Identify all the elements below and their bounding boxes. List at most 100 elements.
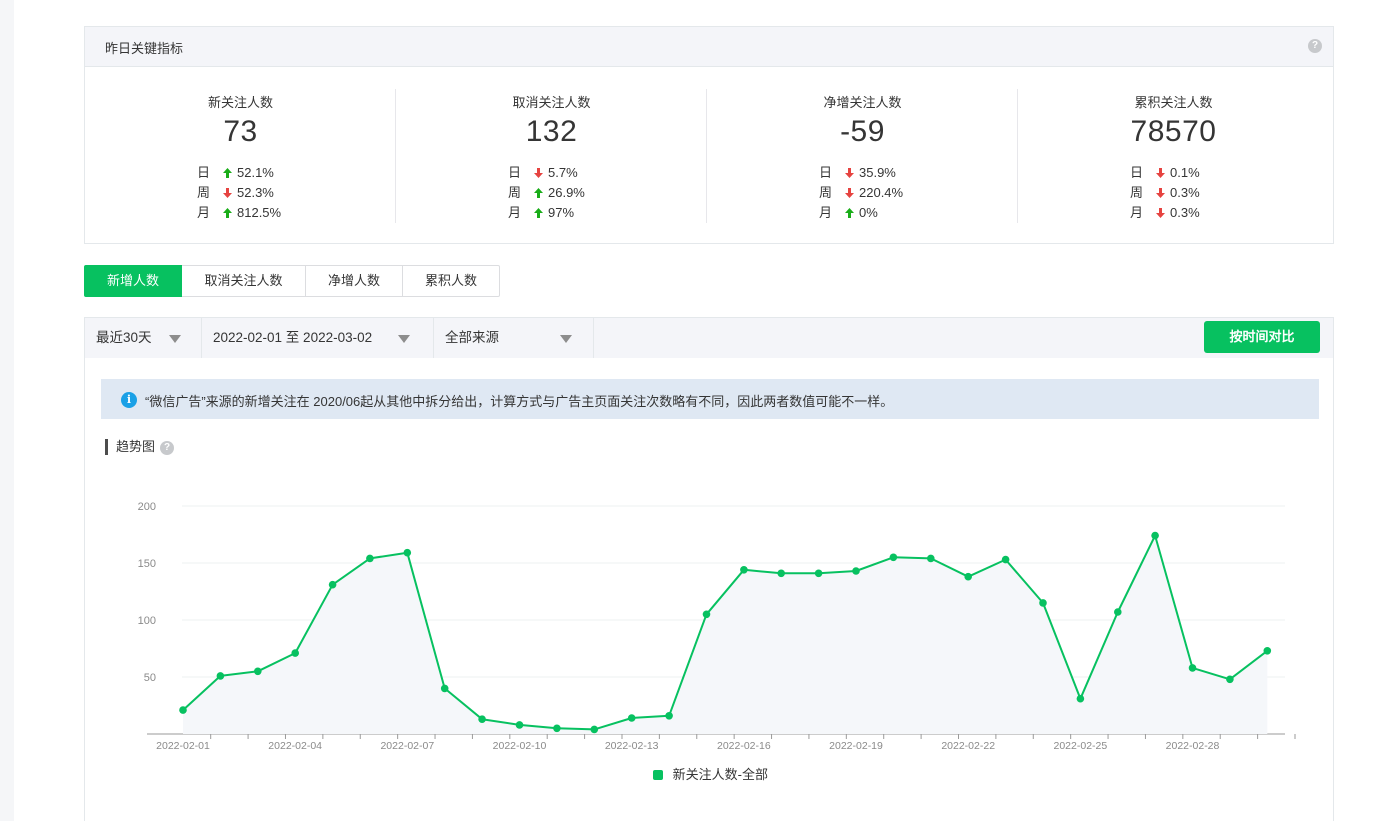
kpi-value: 132 <box>525 115 578 148</box>
kpi-change-row: 周 52.3% <box>197 183 281 203</box>
x-tick-label: 2022-02-28 <box>1166 740 1220 752</box>
metric-tab[interactable]: 新增人数 <box>84 265 182 297</box>
kpi-change-row: 日 0.1% <box>1130 163 1200 183</box>
data-point <box>852 567 860 575</box>
key-metrics-header: 昨日关键指标 ? <box>85 27 1333 67</box>
arrow-down-icon <box>845 188 854 198</box>
kpi-card: 累积关注人数 78570 日 0.1% 周 0.3% 月 0.3% <box>1018 67 1329 245</box>
change-percent: 5.7% <box>548 165 578 180</box>
kpi-card: 取消关注人数 132 日 5.7% 周 26.9% 月 97% <box>396 67 707 245</box>
arrow-up-icon <box>845 208 854 218</box>
data-point <box>366 554 374 563</box>
kpi-change-row: 周 26.9% <box>508 183 585 203</box>
data-point <box>1226 675 1234 684</box>
arrow-up-icon <box>534 208 543 218</box>
arrow-up-icon <box>223 208 232 218</box>
legend-label: 新关注人数-全部 <box>672 767 768 782</box>
change-percent: 0.3% <box>1170 205 1200 220</box>
metric-tab[interactable]: 取消关注人数 <box>182 265 306 297</box>
metric-tab[interactable]: 累积人数 <box>403 265 500 297</box>
data-point <box>291 649 299 657</box>
data-point <box>1151 531 1159 540</box>
kpi-change-row: 月 812.5% <box>197 203 281 223</box>
data-point <box>777 569 785 578</box>
kpi-label: 新关注人数 <box>207 95 273 110</box>
chart-legend[interactable]: 新关注人数-全部 <box>653 764 768 783</box>
kpi-card: 净增关注人数 -59 日 35.9% 周 220.4% 月 0% <box>707 67 1018 245</box>
y-tick-label: 200 <box>138 501 156 513</box>
x-tick-label: 2022-02-10 <box>493 740 547 752</box>
kpi-label: 累积关注人数 <box>1134 95 1213 110</box>
data-point <box>889 553 898 562</box>
kpi-label: 净增关注人数 <box>823 95 902 110</box>
data-point <box>1263 647 1272 655</box>
kpi-change-row: 周 0.3% <box>1130 183 1200 203</box>
data-point <box>515 721 524 729</box>
arrow-down-icon <box>845 168 854 178</box>
data-point <box>1039 599 1047 607</box>
period-label: 周 <box>508 185 522 200</box>
metric-tab[interactable]: 净增人数 <box>306 265 403 297</box>
change-percent: 97% <box>548 205 575 220</box>
kpi-change-list: 日 35.9% 周 220.4% 月 0% <box>819 163 903 223</box>
period-label: 日 <box>197 165 211 180</box>
kpi-change-row: 日 52.1% <box>197 163 281 183</box>
x-tick-label: 2022-02-22 <box>941 740 995 752</box>
period-label: 月 <box>508 205 522 220</box>
y-tick-label: 100 <box>138 615 156 627</box>
data-point <box>1188 664 1197 672</box>
x-tick-label: 2022-02-01 <box>156 740 210 752</box>
data-point <box>1114 608 1122 616</box>
kpi-value: 73 <box>223 115 258 148</box>
x-tick-label: 2022-02-07 <box>380 740 434 752</box>
kpi-label: 取消关注人数 <box>512 95 591 110</box>
data-point <box>590 725 599 734</box>
kpi-change-row: 月 0% <box>819 203 903 223</box>
key-metrics-body: 新关注人数 73 日 52.1% 周 52.3% 月 812.5% 取消关注人数 132 日 5.7%… <box>85 67 1333 245</box>
change-percent: 52.1% <box>237 165 274 180</box>
key-metrics-title: 昨日关键指标 <box>105 41 184 56</box>
data-point <box>440 684 449 693</box>
left-rail <box>0 0 14 821</box>
kpi-value: -59 <box>840 115 885 148</box>
legend-swatch <box>653 770 663 780</box>
period-label: 周 <box>1130 185 1144 200</box>
change-percent: 220.4% <box>859 185 904 200</box>
change-percent: 26.9% <box>548 185 585 200</box>
data-point <box>964 572 972 581</box>
data-point <box>254 667 262 676</box>
trend-chart: 50 100 150 200 2022-02-01 2022-02-04 2022-02-0… <box>138 501 1296 752</box>
period-label: 日 <box>1130 165 1144 180</box>
kpi-card: 新关注人数 73 日 52.1% 周 52.3% 月 812.5% <box>85 67 396 245</box>
arrow-down-icon <box>1156 208 1165 218</box>
change-percent: 812.5% <box>237 205 282 220</box>
change-percent: 0.3% <box>1170 185 1200 200</box>
kpi-change-row: 周 220.4% <box>819 183 903 203</box>
key-metrics-panel: 昨日关键指标 ? 新关注人数 73 日 52.1% 周 52.3% 月 812.5% 取消关注人… <box>84 26 1334 244</box>
arrow-down-icon <box>223 188 232 198</box>
kpi-change-list: 日 0.1% 周 0.3% 月 0.3% <box>1130 163 1200 223</box>
help-icon[interactable]: ? <box>1308 39 1322 53</box>
change-percent: 0% <box>859 205 878 220</box>
metric-tabs: 新增人数 取消关注人数 净增人数 累积人数 <box>84 265 500 297</box>
data-point <box>403 548 412 557</box>
period-label: 月 <box>197 205 211 220</box>
data-point <box>702 610 711 619</box>
period-label: 周 <box>819 185 833 200</box>
arrow-up-icon <box>223 168 232 178</box>
data-point <box>927 554 935 563</box>
kpi-change-list: 日 5.7% 周 26.9% 月 97% <box>508 163 585 223</box>
data-point <box>814 569 823 578</box>
y-tick-label: 50 <box>144 672 156 684</box>
kpi-change-row: 日 35.9% <box>819 163 903 183</box>
data-point <box>553 724 561 733</box>
data-point <box>740 566 748 574</box>
period-label: 月 <box>1130 205 1144 220</box>
x-tick-label: 2022-02-19 <box>829 740 883 752</box>
kpi-change-row: 月 0.3% <box>1130 203 1200 223</box>
kpi-value: 78570 <box>1130 115 1217 148</box>
y-tick-label: 150 <box>138 558 156 570</box>
period-label: 日 <box>819 165 833 180</box>
x-tick-label: 2022-02-25 <box>1054 740 1108 752</box>
data-point <box>627 714 636 722</box>
